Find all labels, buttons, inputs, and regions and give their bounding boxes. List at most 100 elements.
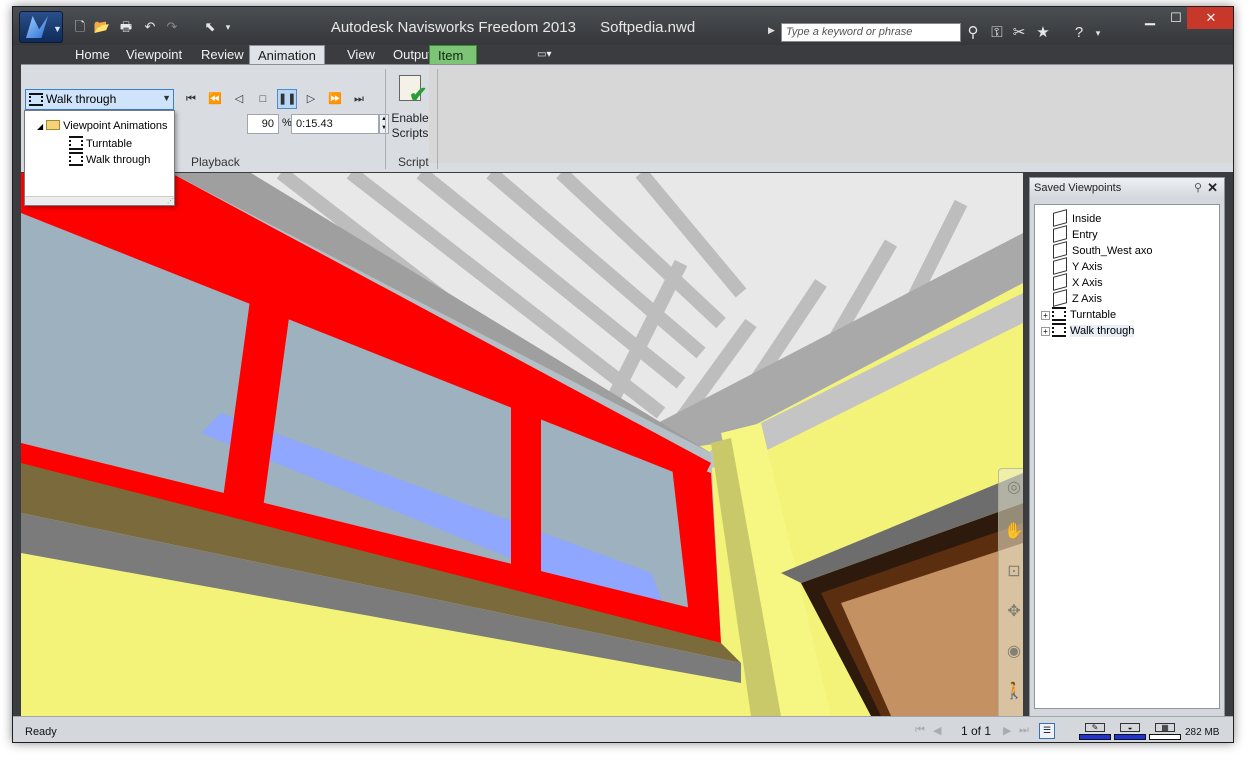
collapse-icon: ◢ [37, 122, 44, 131]
saved-viewpoints-header: Saved Viewpoints ⚲ ✕ [1030, 178, 1224, 198]
checkmark-icon: ✔ [409, 82, 428, 107]
new-file-icon[interactable]: 🗋 [71, 19, 89, 35]
film-icon [1052, 307, 1066, 321]
step-forward-icon[interactable]: ⏩ [325, 89, 345, 109]
chevron-down-icon: ▼ [162, 93, 171, 103]
viewpoint-icon [1053, 273, 1067, 291]
title-bar: ▼ 🗋 📂 🖶 ↶ ↷ ⬉ ▾ Autodesk Navisworks Free… [13, 7, 1233, 45]
zoom-window-icon[interactable]: ⊡ [1003, 561, 1023, 583]
saved-viewpoints-list: Inside Entry South_West axo Y Axis X Axi… [1034, 204, 1220, 709]
search-expand-icon[interactable]: ▶ [768, 25, 775, 36]
viewpoint-icon [1053, 209, 1067, 227]
play-icon[interactable]: ▷ [301, 89, 321, 109]
tab-home[interactable]: Home [67, 45, 118, 65]
step-back-icon[interactable]: ⏪ [205, 89, 225, 109]
viewpoint-item[interactable]: Y Axis [1053, 257, 1102, 275]
first-page-icon[interactable]: ⏮ [915, 724, 925, 737]
select-cursor-icon[interactable]: ⬉ [201, 19, 219, 35]
viewpoint-icon [1053, 289, 1067, 307]
print-icon[interactable]: 🖶 [117, 19, 135, 35]
undo-icon[interactable]: ↶ [141, 19, 159, 35]
close-button[interactable]: ✕ [1187, 7, 1233, 29]
stop-icon[interactable]: □ [253, 89, 273, 109]
fast-forward-icon[interactable]: ⏭ [349, 89, 369, 109]
dropdown-folder-viewpoint-animations[interactable]: ◢ Viewpoint Animations [37, 120, 168, 132]
pin-icon[interactable]: ⚲ [1194, 181, 1202, 194]
film-icon [1052, 323, 1066, 337]
film-icon [29, 93, 43, 106]
navigation-bar: ◎ ✋ ⊡ ✥ ◉ 🚶 [998, 468, 1023, 716]
next-page-icon[interactable]: ▶ [1003, 724, 1011, 737]
steering-wheel-icon[interactable]: ◎ [1003, 477, 1023, 499]
time-field[interactable]: 0:15.43 [291, 114, 379, 134]
pause-icon[interactable]: ❚❚ [277, 89, 297, 109]
memory-meter: ▦ [1149, 723, 1181, 741]
tab-viewpoint[interactable]: Viewpoint [118, 45, 190, 65]
3d-viewport[interactable]: ◎ ✋ ⊡ ✥ ◉ 🚶 [21, 173, 1023, 716]
enable-scripts-button[interactable]: Enable Scripts [389, 111, 431, 141]
status-bar: Ready ⏮ ◀ 1 of 1 ▶ ⏭ ☰ ✎ ◒ ▦ 282 MB [13, 716, 1233, 742]
help-dropdown-icon[interactable]: ▾ [1088, 23, 1108, 43]
expand-icon[interactable]: + [1041, 311, 1050, 320]
app-name: Autodesk Navisworks Freedom 2013 [330, 19, 576, 36]
star-icon[interactable]: ★ [1033, 23, 1053, 43]
last-page-icon[interactable]: ⏭ [1019, 724, 1029, 737]
saved-viewpoints-title: Saved Viewpoints [1034, 182, 1122, 194]
redo-icon[interactable]: ↷ [163, 19, 181, 35]
play-reverse-icon[interactable]: ◁ [229, 89, 249, 109]
animation-item[interactable]: + Turntable [1041, 307, 1116, 323]
viewpoint-icon [1053, 241, 1067, 259]
speed-field[interactable]: 90 [247, 114, 279, 134]
viewpoint-item[interactable]: South_West axo [1053, 241, 1153, 259]
pencil-meter: ✎ [1079, 723, 1111, 741]
binoculars-icon[interactable]: ⚲ [963, 23, 983, 43]
time-spinner[interactable]: ▲ ▼ [379, 114, 389, 134]
search-input[interactable]: Type a keyword or phrase [781, 23, 961, 42]
minimize-button[interactable]: ▁ [1135, 7, 1165, 29]
chevron-down-icon: ▼ [53, 24, 62, 34]
playback-group-label: Playback [191, 155, 240, 169]
pencil-icon: ✎ [1085, 723, 1105, 732]
viewpoint-item[interactable]: X Axis [1053, 273, 1103, 291]
animation-dropdown: ◢ Viewpoint Animations Turntable Walk thr… [24, 110, 175, 206]
dropdown-item-walk-through[interactable]: Walk through [69, 152, 150, 166]
exchange-icon[interactable]: ✂ [1009, 23, 1029, 43]
status-text: Ready [25, 726, 57, 738]
orbit-icon[interactable]: ✥ [1003, 601, 1023, 623]
help-icon[interactable]: ? [1069, 23, 1089, 43]
enable-scripts-icon[interactable]: ✔ [395, 75, 428, 107]
look-around-icon[interactable]: ◉ [1003, 641, 1023, 663]
film-icon [69, 152, 83, 166]
pan-hand-icon[interactable]: ✋ [1003, 521, 1023, 543]
maximize-button[interactable]: ☐ [1165, 7, 1187, 29]
viewpoint-icon [1053, 225, 1067, 243]
tab-animation[interactable]: Animation [249, 45, 325, 65]
viewpoint-item[interactable]: Entry [1053, 225, 1098, 243]
expand-icon[interactable]: + [1041, 327, 1050, 336]
resize-grip[interactable]: ⋰ [25, 196, 174, 205]
rewind-icon[interactable]: ⏮ [181, 89, 201, 109]
animation-item[interactable]: + Walk through [1041, 323, 1135, 339]
memory-icon: ▦ [1155, 723, 1175, 732]
scene-render [21, 173, 1023, 716]
qat-customize-icon[interactable]: ▾ [219, 19, 237, 35]
sheet-browser-icon[interactable]: ☰ [1039, 723, 1055, 739]
close-icon[interactable]: ✕ [1207, 180, 1218, 196]
tab-view[interactable]: View [339, 45, 383, 65]
tab-review[interactable]: Review [193, 45, 252, 65]
animation-select[interactable]: Walk through ▼ [25, 89, 174, 110]
open-folder-icon[interactable]: 📂 [93, 19, 111, 35]
previous-page-icon[interactable]: ◀ [933, 724, 941, 737]
page-indicator: 1 of 1 [961, 724, 992, 738]
tab-item-tools[interactable]: Item Tools [429, 45, 478, 82]
ribbon-minimize-icon[interactable]: ▭▾ [529, 45, 559, 65]
dropdown-item-turntable[interactable]: Turntable [69, 136, 132, 150]
viewpoint-item[interactable]: Inside [1053, 209, 1101, 227]
viewpoint-icon [1053, 257, 1067, 275]
walk-icon[interactable]: 🚶 [1003, 681, 1023, 703]
viewpoint-item[interactable]: Z Axis [1053, 289, 1102, 307]
disk-icon: ◒ [1120, 723, 1140, 732]
folder-icon [46, 120, 61, 130]
key-icon[interactable]: ⚿ [987, 23, 1007, 43]
application-menu-button[interactable]: ▼ [19, 11, 63, 43]
